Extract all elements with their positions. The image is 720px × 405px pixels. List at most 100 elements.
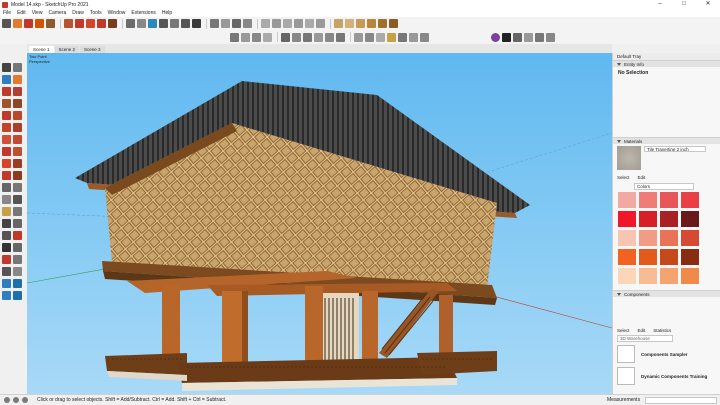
color-swatch[interactable]: [681, 268, 699, 284]
color-swatch[interactable]: [618, 211, 636, 227]
shaded-icon[interactable]: [367, 19, 376, 28]
color-swatch[interactable]: [639, 211, 657, 227]
followme-tool-icon[interactable]: [13, 159, 22, 168]
right-view-icon[interactable]: [294, 19, 303, 28]
color-swatch[interactable]: [618, 230, 636, 246]
color-swatch[interactable]: [660, 249, 678, 265]
wireframe-icon[interactable]: [345, 19, 354, 28]
tab-statistics[interactable]: Statistics: [653, 328, 671, 333]
section-cut-icon[interactable]: [252, 32, 261, 42]
menu-edit[interactable]: Edit: [17, 10, 26, 16]
look-around-icon[interactable]: [13, 255, 22, 264]
zoom-tool-icon[interactable]: [2, 231, 11, 240]
color-swatch[interactable]: [618, 268, 636, 284]
menu-view[interactable]: View: [32, 10, 43, 16]
tape-measure-icon[interactable]: [126, 19, 135, 28]
textured-icon[interactable]: [378, 19, 387, 28]
sandbox-contours-icon[interactable]: [354, 32, 363, 42]
xray-icon[interactable]: [334, 19, 343, 28]
color-swatch[interactable]: [639, 249, 657, 265]
3d-text-tool-icon[interactable]: [13, 207, 22, 216]
position-camera-icon[interactable]: [2, 255, 11, 264]
tab-scene-1[interactable]: Scene 1: [29, 46, 54, 53]
zoom-extents-icon[interactable]: [192, 19, 201, 28]
component-tool-icon[interactable]: [13, 63, 22, 72]
color-swatch[interactable]: [639, 192, 657, 208]
help-icon[interactable]: [22, 397, 28, 403]
play-icon[interactable]: [502, 32, 511, 42]
split-icon[interactable]: [325, 32, 334, 42]
protractor-tool-icon[interactable]: [2, 195, 11, 204]
paint-bucket-icon[interactable]: [148, 19, 157, 28]
list-item[interactable]: Components Sampler: [613, 343, 720, 365]
warehouse-icon[interactable]: [210, 19, 219, 28]
list-item[interactable]: Dynamic Components Training: [613, 365, 720, 387]
extension-tool-icon[interactable]: [2, 291, 11, 300]
warehouse-tool-icon[interactable]: [2, 279, 11, 288]
maximize-button[interactable]: □: [672, 0, 696, 9]
freehand-tool-icon[interactable]: [13, 87, 22, 96]
iso-view-icon[interactable]: [261, 19, 270, 28]
sync-icon[interactable]: [524, 32, 533, 42]
two-point-arc-icon[interactable]: [2, 135, 11, 144]
rotate-tool-icon[interactable]: [2, 159, 11, 168]
back-view-icon[interactable]: [305, 19, 314, 28]
walk-tool-icon[interactable]: [2, 267, 11, 276]
previous-view-icon[interactable]: [13, 243, 22, 252]
left-view-icon[interactable]: [316, 19, 325, 28]
offset-icon[interactable]: [108, 19, 117, 28]
arc-tool-icon[interactable]: [2, 123, 11, 132]
add-scene-icon[interactable]: [513, 32, 522, 42]
orbit-tool-icon[interactable]: [2, 219, 11, 228]
move-icon[interactable]: [75, 19, 84, 28]
zoom-icon[interactable]: [181, 19, 190, 28]
select-tool-icon[interactable]: [2, 63, 11, 72]
section-fill-icon[interactable]: [263, 32, 272, 42]
outer-shell-icon[interactable]: [336, 32, 345, 42]
profile-icon[interactable]: [491, 32, 500, 42]
color-swatch[interactable]: [618, 192, 636, 208]
axes-tool-icon[interactable]: [2, 207, 11, 216]
zoom-window-icon[interactable]: [13, 231, 22, 240]
move-tool-icon[interactable]: [2, 147, 11, 156]
share-icon[interactable]: [546, 32, 555, 42]
material-library-dropdown[interactable]: Colors: [634, 182, 694, 190]
component-search-input[interactable]: 3D Warehouse: [617, 335, 673, 342]
push-pull-icon[interactable]: [64, 19, 73, 28]
tab-scene-2[interactable]: Scene 2: [54, 46, 80, 53]
pan-icon[interactable]: [170, 19, 179, 28]
zoom-extents-tool-icon[interactable]: [2, 243, 11, 252]
sandbox-scratch-icon[interactable]: [365, 32, 374, 42]
three-point-arc-icon[interactable]: [13, 135, 22, 144]
tab-edit[interactable]: Edit: [638, 175, 646, 180]
pencil-icon[interactable]: [24, 19, 33, 28]
color-swatch[interactable]: [639, 230, 657, 246]
sandbox-tool-icon[interactable]: [13, 291, 22, 300]
color-swatch[interactable]: [639, 268, 657, 284]
orbit-icon[interactable]: [159, 19, 168, 28]
model-viewport[interactable]: Two Point Perspective: [27, 53, 612, 394]
eraser-icon[interactable]: [13, 19, 22, 28]
display-section-icon[interactable]: [241, 32, 250, 42]
add-detail-icon[interactable]: [409, 32, 418, 42]
monochrome-icon[interactable]: [389, 19, 398, 28]
pushpull-tool-icon[interactable]: [13, 147, 22, 156]
color-swatch[interactable]: [660, 230, 678, 246]
hidden-line-icon[interactable]: [356, 19, 365, 28]
menu-extensions[interactable]: Extensions: [131, 10, 155, 16]
dimension-tool-icon[interactable]: [13, 183, 22, 192]
arc-icon[interactable]: [35, 19, 44, 28]
tape-tool-icon[interactable]: [2, 183, 11, 192]
top-view-icon[interactable]: [272, 19, 281, 28]
eraser-tool-icon[interactable]: [13, 75, 22, 84]
measurements-input[interactable]: [645, 397, 717, 404]
menu-draw[interactable]: Draw: [72, 10, 84, 16]
rect-tool-icon[interactable]: [2, 99, 11, 108]
tab-select[interactable]: Select: [617, 175, 630, 180]
circle-tool-icon[interactable]: [2, 111, 11, 120]
layout-icon[interactable]: [232, 19, 241, 28]
menu-window[interactable]: Window: [108, 10, 126, 16]
color-swatch[interactable]: [660, 211, 678, 227]
credits-icon[interactable]: [13, 397, 19, 403]
line-tool-icon[interactable]: [2, 87, 11, 96]
